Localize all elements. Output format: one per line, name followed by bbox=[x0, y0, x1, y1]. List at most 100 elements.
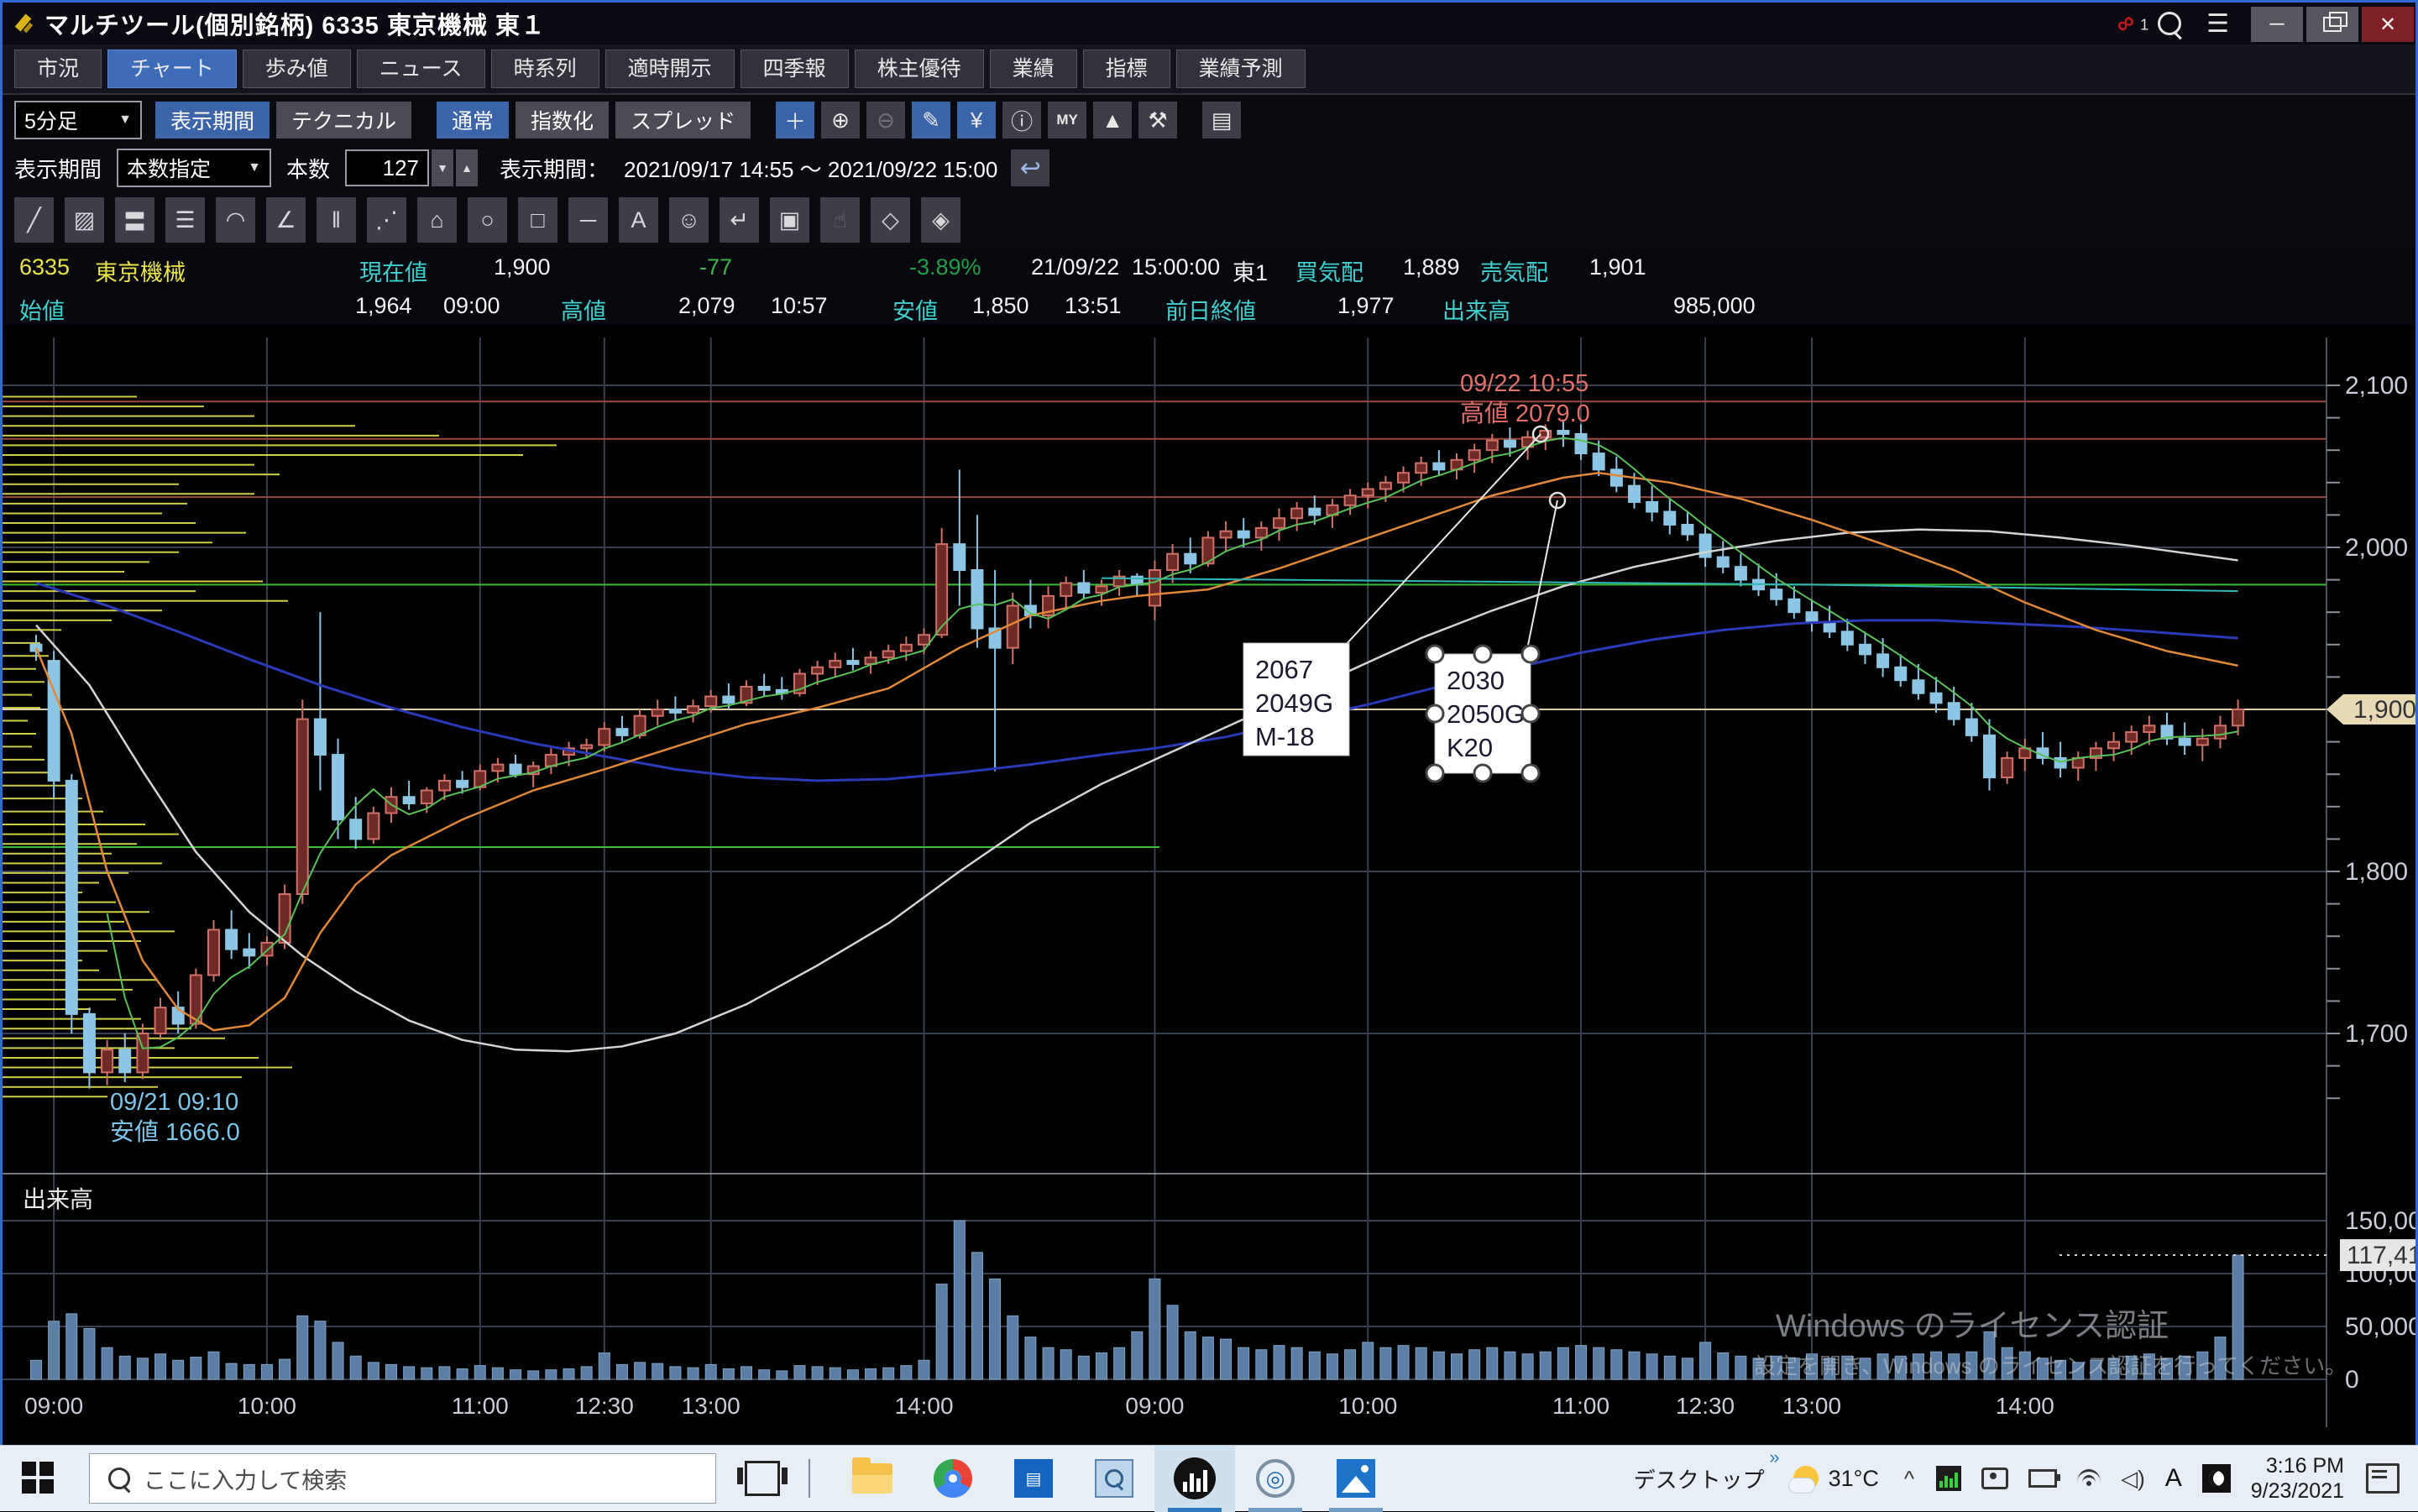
callout-box-2-handle[interactable] bbox=[1426, 646, 1443, 662]
start-button[interactable] bbox=[22, 1462, 55, 1495]
rectangle-tool-icon[interactable]: □ bbox=[518, 197, 557, 243]
three-hlines-tool-icon[interactable]: ☰ bbox=[165, 197, 205, 243]
candle-up bbox=[1469, 450, 1480, 460]
reset-range-button[interactable]: ↩ bbox=[1011, 149, 1049, 186]
taskbar-app-screen-search-app[interactable] bbox=[1074, 1446, 1154, 1512]
two-hlines-tool-icon[interactable]: 〓 bbox=[115, 197, 154, 243]
candle-up bbox=[421, 791, 432, 803]
toolbar-button-スプレッド[interactable]: スプレッド bbox=[615, 102, 751, 139]
taskbar-app-blue-document-app[interactable]: ▤ bbox=[993, 1446, 1074, 1512]
callout-box-2-handle[interactable] bbox=[1474, 765, 1491, 782]
toolbar-button-指数化[interactable]: 指数化 bbox=[516, 102, 609, 139]
draw-pen-icon[interactable]: ✎ bbox=[912, 102, 950, 139]
quote-field: 出来高 bbox=[1442, 293, 1510, 326]
tab-ニュース[interactable]: ニュース bbox=[357, 50, 485, 88]
volume-bar bbox=[1043, 1347, 1054, 1379]
my-indicator-icon[interactable]: MY bbox=[1048, 102, 1086, 139]
vertical-lines-tool-icon[interactable]: ‖ bbox=[317, 197, 356, 243]
pointer-tool-icon[interactable]: ↵ bbox=[720, 197, 759, 243]
tab-時系列[interactable]: 時系列 bbox=[491, 50, 599, 88]
taskbar-search-input[interactable]: ここに入力して検索 bbox=[89, 1453, 716, 1504]
tab-四季報[interactable]: 四季報 bbox=[741, 50, 849, 88]
trendline-tool-icon[interactable]: ╱ bbox=[14, 197, 54, 243]
info-icon[interactable]: ⓘ bbox=[1002, 102, 1041, 139]
crosshair-icon[interactable]: ＋ bbox=[776, 102, 814, 139]
notification-center-button[interactable] bbox=[2366, 1463, 2400, 1494]
tab-株主優待[interactable]: 株主優待 bbox=[855, 50, 984, 88]
icon-stamp-tool-icon[interactable]: ☺ bbox=[669, 197, 709, 243]
taskbar-app-trading-app[interactable] bbox=[1154, 1446, 1235, 1512]
ellipse-tool-icon[interactable]: ○ bbox=[468, 197, 507, 243]
taskbar-app-sync-app[interactable]: ◎ bbox=[1235, 1446, 1316, 1512]
taskbar-app-photos-app[interactable] bbox=[1316, 1446, 1396, 1512]
callout-box-2-handle[interactable] bbox=[1522, 705, 1539, 722]
period-mode-select[interactable]: 本数指定 ▼ bbox=[117, 149, 271, 187]
count-increment-button[interactable]: ▲ bbox=[456, 149, 478, 186]
interval-select[interactable]: 5分足 ▼ bbox=[14, 101, 142, 139]
tab-適時開示[interactable]: 適時開示 bbox=[605, 50, 735, 88]
ime-mode-icon[interactable]: A bbox=[2165, 1464, 2182, 1493]
tab-業績予測[interactable]: 業績予測 bbox=[1176, 50, 1306, 88]
stock-monitor-tray-icon[interactable] bbox=[1936, 1466, 1961, 1491]
ime-lang-icon[interactable] bbox=[2202, 1464, 2231, 1493]
hand-tool-icon[interactable]: ☝ bbox=[820, 197, 860, 243]
toolbar-button-表示期間[interactable]: 表示期間 bbox=[155, 102, 270, 139]
speed-lines-tool-icon[interactable]: ⋰ bbox=[367, 197, 406, 243]
camera-tray-icon[interactable] bbox=[1981, 1468, 2008, 1489]
time-axis-label: 11:00 bbox=[1552, 1393, 1609, 1419]
hidden-icons-button[interactable]: ^ bbox=[1904, 1466, 1914, 1492]
copy-object-tool-icon[interactable]: ▣ bbox=[770, 197, 809, 243]
candle-down bbox=[119, 1049, 130, 1072]
zoom-in-icon[interactable]: ⊕ bbox=[821, 102, 860, 139]
volume-tray-icon[interactable]: ◁) bbox=[2121, 1466, 2145, 1492]
tab-チャート[interactable]: チャート bbox=[107, 50, 237, 88]
wifi-tray-icon[interactable] bbox=[2077, 1469, 2101, 1488]
search-icon[interactable] bbox=[2158, 12, 2181, 35]
zoom-out-icon[interactable]: ⊖ bbox=[866, 102, 905, 139]
taskbar-clock[interactable]: 3:16 PM 9/23/2021 bbox=[2251, 1453, 2344, 1504]
maximize-button[interactable] bbox=[2306, 7, 2358, 42]
parallel-lines-tool-icon[interactable]: ▨ bbox=[65, 197, 104, 243]
desktop-toolbar-label[interactable]: デスクトップ» bbox=[1634, 1463, 1765, 1494]
callout-box-2-handle[interactable] bbox=[1522, 646, 1539, 662]
task-view-button[interactable] bbox=[745, 1461, 780, 1496]
pentagon-tool-icon[interactable]: ⌂ bbox=[417, 197, 457, 243]
settings-wrench-icon[interactable]: ⚒ bbox=[1138, 102, 1177, 139]
chart-area[interactable]: 2,1002,0001,8001,7001,900.0150,000100,00… bbox=[3, 325, 2415, 1445]
tab-指標[interactable]: 指標 bbox=[1083, 50, 1170, 88]
tab-業績[interactable]: 業績 bbox=[990, 50, 1077, 88]
minimize-button[interactable]: ─ bbox=[2251, 7, 2303, 42]
weather-widget[interactable]: 31°C bbox=[1793, 1466, 1879, 1492]
taskbar-app-chrome[interactable] bbox=[913, 1446, 993, 1512]
count-decrement-button[interactable]: ▼ bbox=[432, 149, 453, 186]
tab-歩み値[interactable]: 歩み値 bbox=[243, 50, 351, 88]
close-button[interactable]: ✕ bbox=[2362, 7, 2414, 42]
yen-icon[interactable]: ¥ bbox=[957, 102, 996, 139]
quote-field: 15:00:00 bbox=[1132, 254, 1220, 280]
volume-bar bbox=[688, 1368, 699, 1379]
erase-tool-icon[interactable]: ◇ bbox=[871, 197, 910, 243]
segment-tool-icon[interactable]: ─ bbox=[568, 197, 608, 243]
fan-lines-tool-icon[interactable]: ∠ bbox=[266, 197, 306, 243]
callout-box-2-handle[interactable] bbox=[1426, 705, 1443, 722]
callout-box-2-handle[interactable] bbox=[1426, 765, 1443, 782]
callout-box-2-handle[interactable] bbox=[1522, 765, 1539, 782]
volume-bar bbox=[866, 1368, 877, 1379]
print-icon[interactable]: ▤ bbox=[1202, 102, 1241, 139]
callout-box-2-handle[interactable] bbox=[1474, 646, 1491, 662]
battery-tray-icon[interactable] bbox=[2028, 1469, 2057, 1488]
toolbar-button-通常[interactable]: 通常 bbox=[437, 102, 509, 139]
area-chart-icon[interactable]: ▲ bbox=[1093, 102, 1132, 139]
taskbar-app-file-explorer[interactable] bbox=[832, 1446, 913, 1512]
erase-all-tool-icon[interactable]: ◈ bbox=[921, 197, 960, 243]
menu-icon[interactable]: ☰ bbox=[2206, 9, 2229, 39]
fib-arcs-tool-icon[interactable]: ◠ bbox=[216, 197, 255, 243]
volume-bar bbox=[1008, 1316, 1018, 1379]
candle-up bbox=[652, 709, 663, 716]
toolbar-button-テクニカル[interactable]: テクニカル bbox=[276, 102, 411, 139]
text-tool-icon[interactable]: A bbox=[619, 197, 658, 243]
tab-市況[interactable]: 市況 bbox=[14, 50, 102, 88]
time-axis-label: 13:00 bbox=[1782, 1393, 1841, 1419]
bar-count-input[interactable]: 127 bbox=[345, 149, 429, 186]
link-group-icon[interactable]: ∞1 bbox=[2110, 7, 2141, 40]
